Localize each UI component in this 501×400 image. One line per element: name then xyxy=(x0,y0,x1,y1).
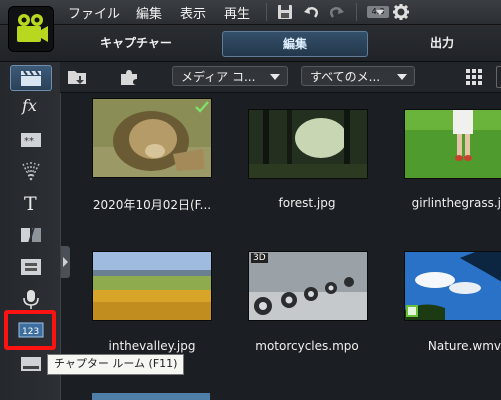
menu-designer-icon xyxy=(21,259,41,275)
media-caption: Nature.wmv xyxy=(427,339,501,353)
media-thumbnail[interactable]: 3D xyxy=(248,251,368,321)
menu-file[interactable]: ファイル xyxy=(68,3,120,22)
effects-room-button[interactable]: fx xyxy=(18,93,44,117)
redo-icon[interactable] xyxy=(328,3,346,21)
menu-separator xyxy=(356,3,357,21)
fx-icon: fx xyxy=(21,96,37,115)
menu-edit[interactable]: 編集 xyxy=(136,3,162,22)
svg-text:fx: fx xyxy=(21,96,37,115)
valley-image-thumbnail xyxy=(93,252,211,320)
media-caption: motorcycles.mpo xyxy=(255,339,359,353)
media-content-dropdown-label: メディア コ... xyxy=(181,70,256,84)
transition-icon xyxy=(21,226,41,244)
chevron-down-icon xyxy=(270,74,280,80)
highlight-box xyxy=(4,310,56,350)
particle-icon xyxy=(22,162,40,181)
panel-edge-button[interactable] xyxy=(496,66,501,88)
media-thumbnail[interactable] xyxy=(404,251,501,321)
menu-bar: ファイル 編集 表示 再生 4:3 xyxy=(0,0,501,25)
checkmark-icon xyxy=(195,101,209,113)
chevron-down-icon xyxy=(397,74,407,80)
media-content-dropdown[interactable]: メディア コ... xyxy=(172,66,288,86)
media-thumbnail-partial[interactable] xyxy=(92,393,210,400)
media-filter-dropdown-label: すべてのメ... xyxy=(310,70,381,84)
pip-icon: ** xyxy=(21,133,41,147)
media-caption: girlinthegrass.j xyxy=(411,196,501,210)
media-thumbnail[interactable] xyxy=(92,251,212,321)
media-thumbnail[interactable] xyxy=(92,98,212,178)
menu-playback[interactable]: 再生 xyxy=(224,3,250,22)
plugin-icon[interactable] xyxy=(118,67,140,87)
menu-separator xyxy=(266,3,267,21)
grid-view-icon[interactable] xyxy=(466,69,482,85)
3d-badge: 3D xyxy=(251,253,268,263)
media-filter-dropdown[interactable]: すべてのメ... xyxy=(301,66,415,86)
chapter-room-tooltip: チャプター ルーム (F11) xyxy=(47,354,185,375)
chevron-down-icon[interactable] xyxy=(376,8,384,16)
microphone-icon xyxy=(23,290,39,309)
gear-icon[interactable] xyxy=(392,3,410,21)
title-room-button[interactable]: T xyxy=(18,191,44,215)
mode-bar: キャプチャー 編集 出力 xyxy=(0,25,501,62)
library-toolbar: メディア コ... すべてのメ... xyxy=(60,62,501,93)
chevron-right-icon xyxy=(63,257,68,267)
voice-over-button[interactable] xyxy=(18,287,44,311)
import-media-icon[interactable] xyxy=(66,67,88,87)
media-room-button[interactable] xyxy=(10,65,52,91)
media-thumbnail[interactable] xyxy=(404,109,501,179)
clapperboard-icon xyxy=(21,70,41,86)
girl-in-grass-image-thumbnail xyxy=(405,110,501,178)
transition-room-button[interactable] xyxy=(18,223,44,247)
svg-text:T: T xyxy=(24,193,37,214)
menu-designer-button[interactable] xyxy=(18,255,44,279)
media-caption: forest.jpg xyxy=(278,196,336,210)
tab-edit[interactable]: 編集 xyxy=(222,31,368,57)
menu-view[interactable]: 表示 xyxy=(180,3,206,22)
tab-output[interactable]: 出力 xyxy=(412,31,472,55)
video-file-icon xyxy=(406,305,418,317)
undo-icon[interactable] xyxy=(302,3,320,21)
tab-capture[interactable]: キャプチャー xyxy=(86,31,186,55)
media-caption: inthevalley.jpg xyxy=(108,339,196,353)
subtitle-icon xyxy=(21,357,41,371)
media-caption: 2020年10月02日(F... xyxy=(92,198,212,212)
lion-video-thumbnail xyxy=(93,99,211,177)
collapse-sidebar-handle[interactable] xyxy=(61,246,70,278)
media-thumbnail[interactable] xyxy=(248,109,368,179)
title-text-icon: T xyxy=(24,193,37,214)
pip-room-button[interactable]: ** xyxy=(18,128,44,152)
app-logo xyxy=(8,6,54,52)
film-camera-icon xyxy=(17,14,48,42)
save-icon[interactable] xyxy=(276,3,294,21)
svg-text:**: ** xyxy=(24,136,34,147)
forest-image-thumbnail xyxy=(249,110,367,178)
particle-room-button[interactable] xyxy=(18,159,44,183)
subtitle-room-button[interactable] xyxy=(18,352,44,376)
nature-video-thumbnail xyxy=(405,252,501,320)
